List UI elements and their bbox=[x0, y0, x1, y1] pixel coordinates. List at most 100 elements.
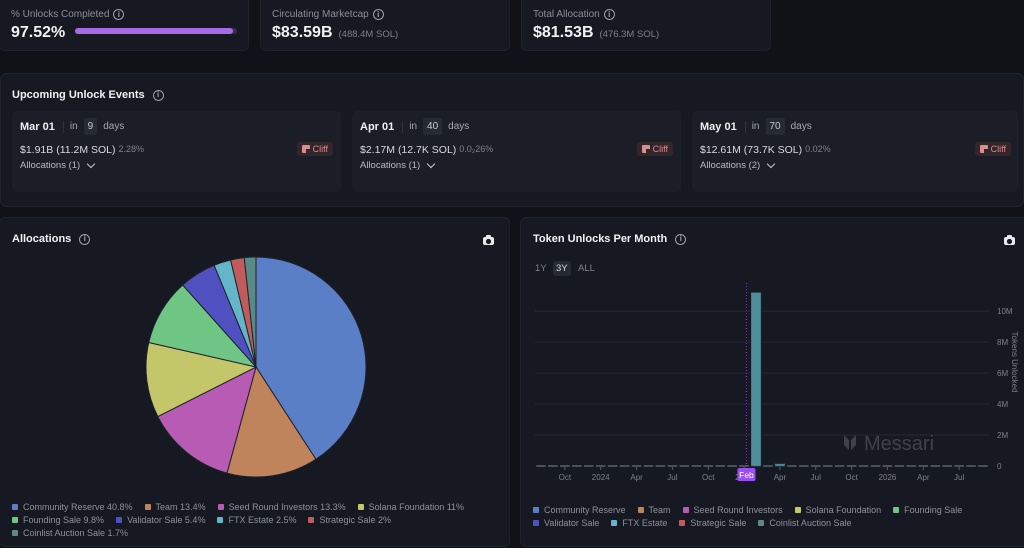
bar-month-14[interactable] bbox=[703, 465, 714, 467]
bar-month-5[interactable] bbox=[595, 465, 606, 467]
bar-month-12[interactable] bbox=[679, 465, 690, 467]
legend-item[interactable]: Founding Sale bbox=[893, 505, 962, 515]
bar-month-36[interactable] bbox=[966, 465, 976, 467]
legend-swatch bbox=[533, 520, 539, 526]
bar-month-10[interactable] bbox=[655, 465, 666, 467]
legend-item[interactable]: Validator Sale bbox=[533, 518, 599, 528]
bar-month-24[interactable] bbox=[822, 465, 833, 467]
event-days-label: days bbox=[103, 121, 125, 132]
legend-item[interactable]: Seed Round Investors 13.3% bbox=[217, 502, 346, 512]
messari-watermark: Messari bbox=[844, 433, 934, 455]
messari-logo-icon bbox=[844, 435, 856, 450]
allocations-toggle[interactable]: Allocations (1) bbox=[360, 159, 436, 171]
y-tick-label: 6M bbox=[997, 369, 1008, 378]
bar-month-1[interactable] bbox=[548, 465, 558, 467]
bar-month-4[interactable] bbox=[583, 465, 594, 467]
legend-item[interactable]: Community Reserve bbox=[533, 505, 626, 515]
legend-item[interactable]: Solana Foundation 11% bbox=[357, 502, 465, 512]
bar-month-25[interactable] bbox=[834, 465, 845, 467]
bar-month-31[interactable] bbox=[906, 465, 917, 467]
bar-month-7[interactable] bbox=[619, 465, 630, 467]
legend-item[interactable]: FTX Estate bbox=[611, 518, 667, 528]
bar-month-30[interactable] bbox=[894, 465, 905, 467]
x-tick-label: Jul bbox=[667, 473, 677, 482]
bar-month-11[interactable] bbox=[667, 465, 678, 467]
legend-label: Seed Round Investors 13.3% bbox=[228, 502, 346, 512]
info-icon[interactable]: i bbox=[372, 9, 384, 20]
legend-label: Solana Foundation 11% bbox=[368, 502, 465, 512]
legend-label: FTX Estate 2.5% bbox=[228, 515, 297, 525]
bar-month-0[interactable] bbox=[536, 465, 546, 467]
legend-label: FTX Estate bbox=[622, 518, 668, 528]
legend-item[interactable]: Solana Foundation bbox=[794, 505, 882, 515]
bar-month-26[interactable] bbox=[846, 465, 857, 467]
range-3y-button[interactable]: 3Y bbox=[553, 261, 571, 276]
chevron-down-icon bbox=[86, 159, 96, 169]
bar-month-22[interactable] bbox=[799, 465, 809, 467]
bar-month-19[interactable] bbox=[763, 465, 773, 467]
legend-label: Validator Sale 5.4% bbox=[127, 515, 206, 525]
legend-item[interactable]: Community Reserve 40.8% bbox=[12, 502, 133, 512]
bar-month-28[interactable] bbox=[870, 465, 881, 467]
bar-month-3[interactable] bbox=[572, 465, 582, 467]
bar-month-8[interactable] bbox=[631, 465, 642, 467]
legend-item[interactable]: Team 13.4% bbox=[144, 502, 206, 512]
legend-label: Solana Foundation bbox=[805, 505, 882, 515]
event-days-count: 70 bbox=[765, 118, 785, 135]
legend-label: Validator Sale bbox=[544, 518, 600, 528]
legend-item[interactable]: Strategic Sale bbox=[679, 518, 746, 528]
unlock-event-card[interactable]: May 01 in 70 days $12.61M (73.7K SOL) 0.02%… bbox=[692, 111, 1019, 192]
bar-month-23[interactable] bbox=[810, 465, 821, 467]
bar-month-9[interactable] bbox=[643, 465, 654, 467]
event-days-count: 40 bbox=[423, 118, 443, 135]
event-days-label: days bbox=[790, 121, 812, 132]
bar-month-35[interactable] bbox=[954, 465, 964, 467]
unlock-event-card[interactable]: Mar 01 in 9 days $1.91B (11.2M SOL) 2.28% A… bbox=[12, 111, 341, 192]
bar-month-17[interactable] bbox=[739, 465, 749, 467]
legend-item[interactable]: Coinlist Auction Sale 1.7% bbox=[12, 528, 128, 538]
chevron-down-icon bbox=[426, 159, 436, 169]
bar-month-13[interactable] bbox=[691, 465, 702, 467]
bar-month-15[interactable] bbox=[715, 465, 725, 467]
legend-item[interactable]: Coinlist Auction Sale bbox=[758, 518, 851, 528]
bar-month-2[interactable] bbox=[560, 465, 570, 467]
legend-swatch bbox=[893, 507, 900, 513]
legend-swatch bbox=[357, 504, 364, 510]
allocations-legend: Community Reserve 40.8% Team 13.4% Seed Ro… bbox=[12, 502, 492, 538]
legend-item[interactable]: Seed Round Investors bbox=[682, 505, 783, 515]
legend-item[interactable]: Team bbox=[637, 505, 671, 515]
legend-item[interactable]: Validator Sale 5.4% bbox=[116, 515, 205, 525]
unlock-event-card[interactable]: Apr 01 in 40 days $2.17M (12.7K SOL) 0.0₂26… bbox=[352, 111, 681, 192]
bar-month-33[interactable] bbox=[930, 465, 941, 467]
info-icon[interactable]: i bbox=[113, 9, 125, 20]
bar-month-34[interactable] bbox=[942, 465, 952, 467]
info-icon[interactable]: i bbox=[152, 89, 164, 101]
range-all-button[interactable]: ALL bbox=[575, 261, 598, 276]
bar-month-21[interactable] bbox=[787, 465, 797, 467]
bar-month-27[interactable] bbox=[858, 465, 869, 467]
event-date: Apr 01 bbox=[360, 120, 404, 133]
legend-item[interactable]: Strategic Sale 2% bbox=[308, 515, 391, 525]
x-tick-label: 2026 bbox=[879, 473, 897, 482]
bar-month-6[interactable] bbox=[607, 465, 618, 467]
event-in-label: in bbox=[751, 121, 760, 132]
bar-month-16[interactable] bbox=[727, 465, 737, 467]
allocations-label: Allocations (1) bbox=[20, 160, 81, 171]
bar-month-20[interactable] bbox=[774, 463, 785, 467]
range-1y-button[interactable]: 1Y bbox=[532, 261, 550, 276]
today-marker-badge: Feb bbox=[737, 468, 756, 481]
bar-month-29[interactable] bbox=[882, 465, 893, 467]
bar-month-18[interactable] bbox=[750, 292, 762, 467]
bar-month-32[interactable] bbox=[918, 465, 929, 467]
unlock-progress-bar bbox=[75, 28, 238, 34]
allocations-toggle[interactable]: Allocations (2) bbox=[700, 159, 776, 171]
event-percent: 0.0₂26% bbox=[459, 144, 494, 154]
allocations-toggle[interactable]: Allocations (1) bbox=[20, 159, 96, 171]
legend-item[interactable]: Founding Sale 9.8% bbox=[12, 515, 104, 525]
bar-month-37[interactable] bbox=[978, 465, 988, 467]
info-icon[interactable]: i bbox=[603, 9, 615, 20]
x-tick-label: Oct bbox=[845, 473, 858, 482]
legend-item[interactable]: FTX Estate 2.5% bbox=[217, 515, 296, 525]
progress-fill bbox=[75, 28, 234, 34]
legend-swatch bbox=[12, 504, 18, 510]
